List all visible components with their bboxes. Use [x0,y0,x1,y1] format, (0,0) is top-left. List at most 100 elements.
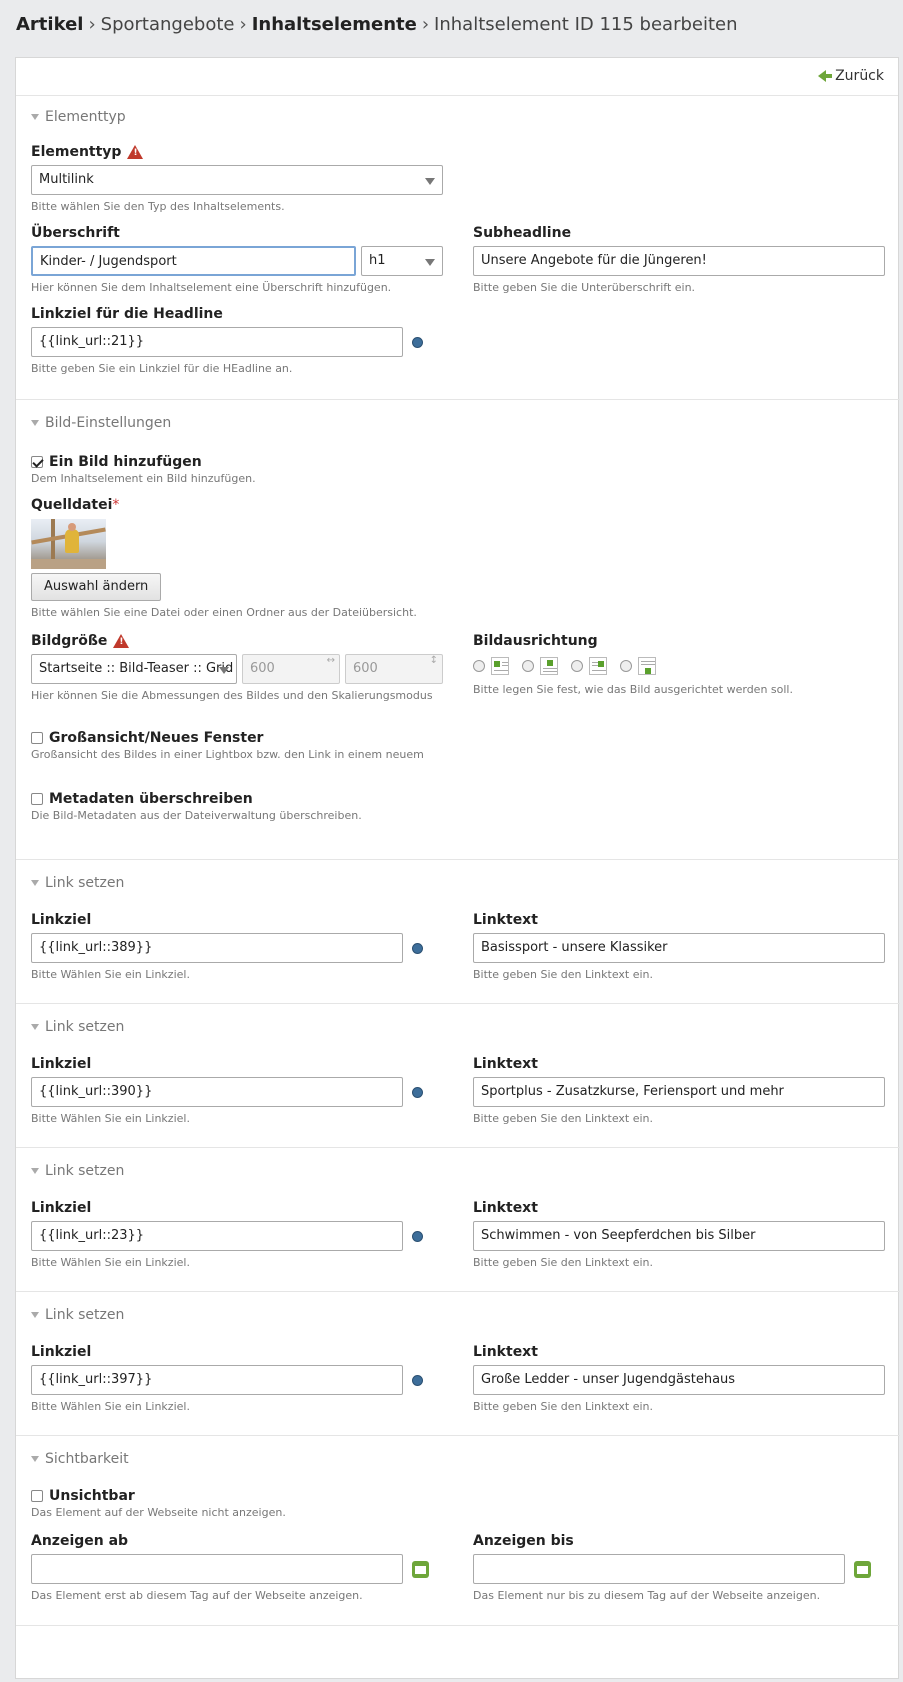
breadcrumb-item-artikel[interactable]: Artikel [16,14,83,35]
collapse-triangle-icon [31,1312,39,1318]
legend-elementtyp[interactable]: Elementtyp [31,96,885,136]
align-right-radio[interactable] [571,660,583,672]
widget-link-target: Linkziel {{link_url::389}} Bitte Wählen … [31,912,443,981]
fieldset-elementtyp: Elementtyp Elementtyp Multilink Bitte wä… [16,96,900,400]
invisible-label: Unsichtbar [49,1488,135,1504]
page-picker-icon[interactable] [412,942,423,954]
link-text-tip: Bitte geben Sie den Linktext ein. [473,1256,654,1269]
link-target-input[interactable]: {{link_url::389}} [31,933,403,963]
back-button-label: Zurück [835,68,884,84]
image-width-input[interactable]: 600 ↔ [242,654,340,684]
edit-panel: Zurück Elementtyp Elementtyp Multilink B… [15,57,900,1679]
start-date-input[interactable] [31,1554,403,1584]
widget-subheadline: Subheadline Unsere Angebote für die Jüng… [473,225,885,294]
image-height-input[interactable]: 600 ↕ [345,654,443,684]
collapse-triangle-icon [31,420,39,426]
link-text-label: Linktext [473,912,538,928]
type-select[interactable]: Multilink [31,165,443,195]
legend-link[interactable]: Link setzen [31,1006,885,1046]
headline-link-input[interactable]: {{link_url::21}} [31,327,403,357]
warning-icon [113,634,130,648]
collapse-triangle-icon [31,880,39,886]
warning-icon [127,145,144,159]
collapse-triangle-icon [31,1024,39,1030]
invisible-checkbox[interactable] [31,1490,43,1502]
link-target-label: Linkziel [31,1056,92,1072]
link-text-input[interactable]: Große Ledder - unser Jugendgästehaus [473,1365,885,1395]
subheadline-input[interactable]: Unsere Angebote für die Jüngeren! [473,246,885,276]
type-label: Elementtyp [31,144,885,160]
image-thumbnail[interactable] [31,519,106,569]
link-text-input[interactable]: Basissport - unsere Klassiker [473,933,885,963]
link-text-tip: Bitte geben Sie den Linktext ein. [473,968,654,981]
align-option-below[interactable] [620,657,656,675]
calendar-icon[interactable] [412,1560,429,1578]
align-option-right[interactable] [571,657,607,675]
align-above-radio[interactable] [522,660,534,672]
breadcrumb: Artikel › Sportangebote › Inhaltselemente › In… [16,14,738,35]
change-selection-button[interactable]: Auswahl ändern [31,573,162,601]
headline-link-label: Linkziel für die Headline [31,306,223,322]
legend-link[interactable]: Link setzen [31,862,885,902]
legend-image[interactable]: Bild-Einstellungen [31,402,885,442]
height-arrow-icon: ↕ [429,655,438,666]
collapse-triangle-icon [31,114,39,120]
align-label: Bildausrichtung [473,633,598,649]
calendar-icon[interactable] [854,1560,871,1578]
legend-link[interactable]: Link setzen [31,1150,885,1190]
align-below-icon [638,657,656,675]
metadata-tip: Die Bild-Metadaten aus der Dateiverwaltu… [31,809,362,822]
page-picker-icon[interactable] [412,1230,423,1242]
back-button[interactable]: Zurück [818,68,884,84]
headline-unit-select[interactable]: h1 [361,246,443,276]
stop-date-input[interactable] [473,1554,845,1584]
image-size-select[interactable]: Startseite :: Bild-Teaser :: Grid [31,654,237,684]
lightbox-tip: Großansicht des Bildes in einer Lightbox… [31,748,424,761]
start-tip: Das Element erst ab diesem Tag auf der W… [31,1589,363,1602]
legend-label: Link setzen [45,1019,125,1035]
align-tip: Bitte legen Sie fest, wie das Bild ausge… [473,683,793,696]
page-picker-icon[interactable] [412,1086,423,1098]
collapse-triangle-icon [31,1168,39,1174]
collapse-triangle-icon [31,1456,39,1462]
link-target-input[interactable]: {{link_url::23}} [31,1221,403,1251]
align-left-icon [491,657,509,675]
widget-invisible: Unsichtbar Das Element auf der Webseite … [31,1488,885,1519]
add-image-checkbox[interactable] [31,456,43,468]
legend-label: Link setzen [45,1163,125,1179]
breadcrumb-item-sportangebote[interactable]: Sportangebote [101,14,235,35]
size-tip: Hier können Sie die Abmessungen des Bild… [31,689,433,702]
align-below-radio[interactable] [620,660,632,672]
widget-headline-link: Linkziel für die Headline {{link_url::21… [31,306,885,375]
page-picker-icon[interactable] [412,336,423,348]
width-arrow-icon: ↔ [326,655,335,666]
legend-label: Sichtbarkeit [45,1451,129,1467]
widget-metadata: Metadaten überschreiben Die Bild-Metadat… [31,791,885,822]
link-text-label: Linktext [473,1200,538,1216]
legend-link[interactable]: Link setzen [31,1294,885,1334]
widget-start: Anzeigen ab Das Element erst ab diesem T… [31,1533,443,1602]
link-text-tip: Bitte geben Sie den Linktext ein. [473,1400,654,1413]
metadata-checkbox[interactable] [31,793,43,805]
type-label-text: Elementtyp [31,144,122,160]
page-picker-icon[interactable] [412,1374,423,1386]
link-target-input[interactable]: {{link_url::390}} [31,1077,403,1107]
link-target-tip: Bitte Wählen Sie ein Linkziel. [31,1112,190,1125]
link-target-input[interactable]: {{link_url::397}} [31,1365,403,1395]
fieldset-link-3: Link setzen Linkziel {{link_url::23}} Bi… [16,1148,900,1292]
align-option-left[interactable] [473,657,509,675]
link-text-input[interactable]: Sportplus - Zusatzkurse, Feriensport und… [473,1077,885,1107]
link-text-input[interactable]: Schwimmen - von Seepferdchen bis Silber [473,1221,885,1251]
align-left-radio[interactable] [473,660,485,672]
headline-input[interactable]: Kinder- / Jugendsport [31,246,356,276]
size-label-text: Bildgröße [31,633,108,649]
link-text-tip: Bitte geben Sie den Linktext ein. [473,1112,654,1125]
breadcrumb-item-inhaltselemente[interactable]: Inhaltselemente [252,14,417,35]
image-height-value: 600 [353,661,378,676]
align-option-above[interactable] [522,657,558,675]
lightbox-checkbox[interactable] [31,732,43,744]
legend-visibility[interactable]: Sichtbarkeit [31,1438,885,1478]
widget-link-target: Linkziel {{link_url::390}} Bitte Wählen … [31,1056,443,1125]
stop-tip: Das Element nur bis zu diesem Tag auf de… [473,1589,821,1602]
widget-headline: Überschrift Kinder- / Jugendsport h1 Hie… [31,225,443,294]
